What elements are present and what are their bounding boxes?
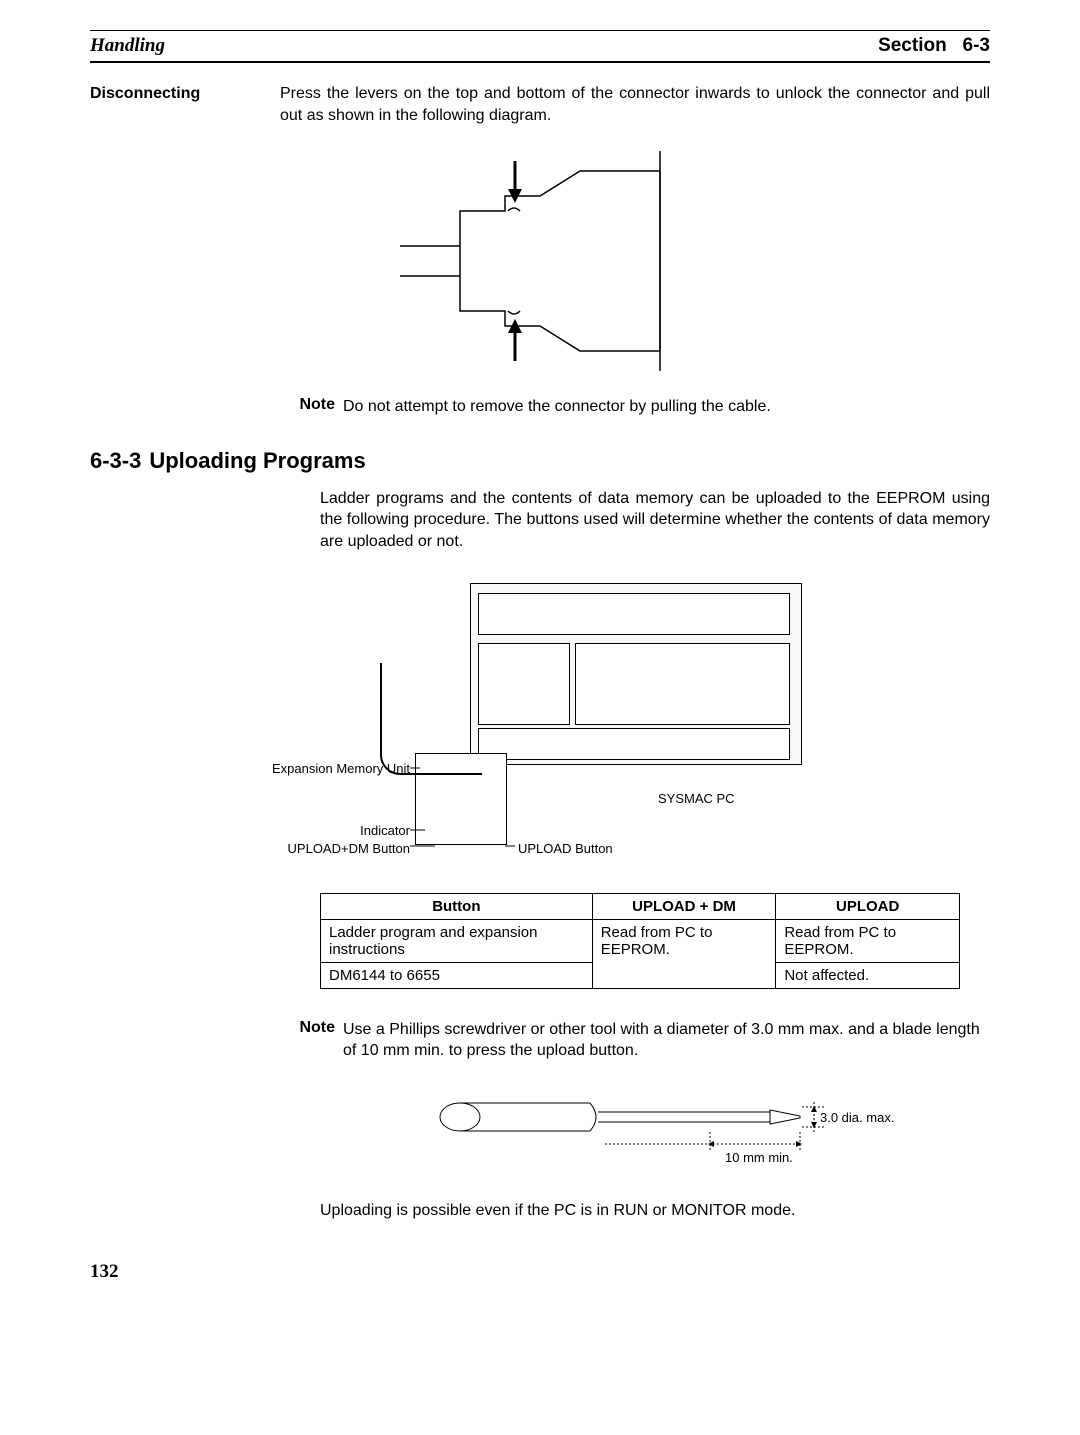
screwdriver-len-label: 10 mm min.: [725, 1150, 793, 1165]
plc-diagram: Expansion Memory Unit Indicator UPLOAD+D…: [260, 583, 820, 873]
screwdriver-dia-label: 3.0 dia. max.: [820, 1110, 894, 1125]
disconnecting-note-body: Do not attempt to remove the connector b…: [343, 396, 771, 418]
label-upload-button: UPLOAD Button: [518, 841, 613, 856]
connector-diagram: [90, 151, 990, 371]
label-indicator: Indicator: [325, 823, 410, 838]
page-header: Handling Section 6-3: [90, 30, 990, 63]
section-number: 6-3: [963, 35, 990, 56]
uploading-body: Ladder programs and the contents of data…: [320, 488, 990, 553]
section-label: Section: [878, 35, 947, 56]
label-upload-dm-button: UPLOAD+DM Button: [260, 841, 410, 856]
note-label: Note: [280, 396, 343, 418]
th-button: Button: [321, 893, 593, 919]
page-number: 132: [90, 1261, 990, 1283]
note-label: Note: [280, 1019, 343, 1062]
heading-number: 6-3-3: [90, 448, 141, 474]
cell: Ladder program and expansion instruction…: [321, 919, 593, 962]
cell: DM6144 to 6655: [321, 962, 593, 988]
button-table: Button UPLOAD + DM UPLOAD Ladder program…: [320, 893, 960, 989]
cell: Read from PC to EEPROM.: [592, 919, 776, 988]
side-heading-disconnecting: Disconnecting: [90, 83, 280, 126]
button-table-wrapper: Button UPLOAD + DM UPLOAD Ladder program…: [320, 893, 990, 989]
screwdriver-diagram: 3.0 dia. max. 10 mm min.: [320, 1092, 990, 1182]
heading-uploading-programs: 6-3-3 Uploading Programs: [90, 448, 990, 474]
uploading-closing: Uploading is possible even if the PC is …: [320, 1200, 990, 1222]
th-upload: UPLOAD: [776, 893, 960, 919]
disconnecting-body: Press the levers on the top and bottom o…: [280, 83, 990, 126]
table-row: Ladder program and expansion instruction…: [321, 919, 960, 962]
cell: Read from PC to EEPROM.: [776, 919, 960, 962]
heading-title: Uploading Programs: [149, 448, 365, 473]
running-head-right: Section 6-3: [878, 35, 990, 57]
running-head-left: Handling: [90, 35, 165, 57]
label-exp-mem-unit: Expansion Memory Unit: [250, 761, 410, 776]
label-sysmac-pc: SYSMAC PC: [658, 791, 735, 806]
cell: Not affected.: [776, 962, 960, 988]
uploading-note-body: Use a Phillips screwdriver or other tool…: [343, 1019, 990, 1062]
th-upload-dm: UPLOAD + DM: [592, 893, 776, 919]
